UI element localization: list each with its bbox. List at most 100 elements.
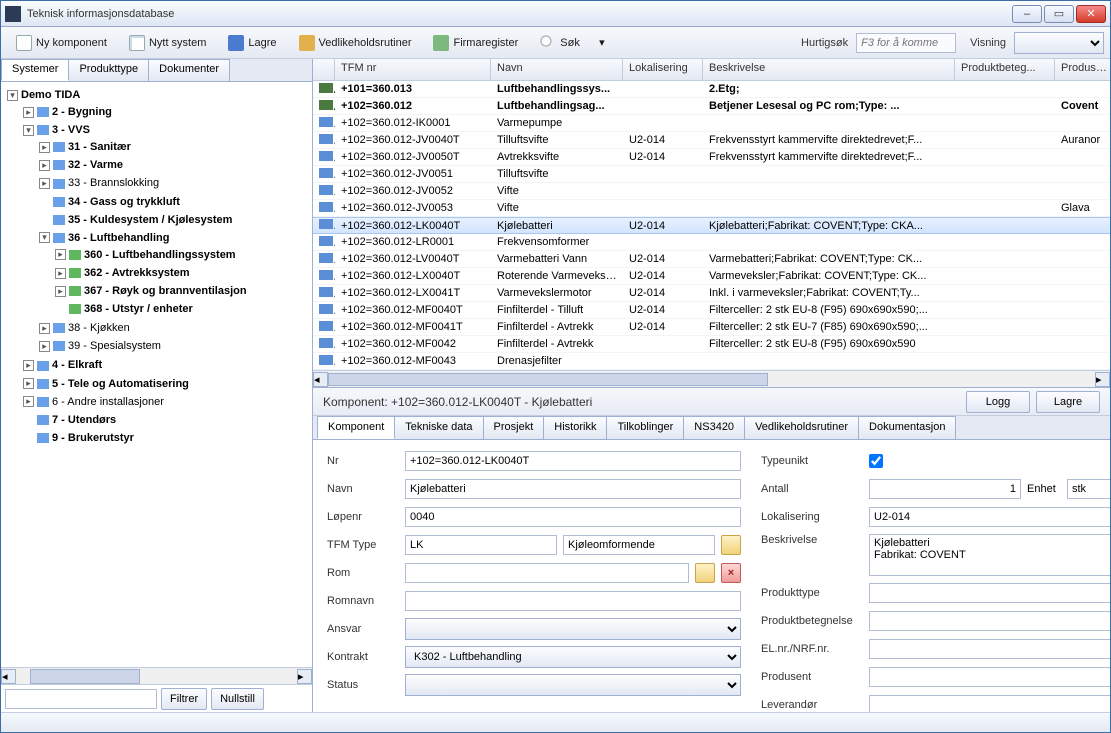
tfmtype-text-field[interactable] (563, 535, 715, 555)
table-row[interactable]: +102=360.012-JV0040TTilluftsvifteU2-014F… (313, 132, 1110, 149)
save-button[interactable]: Lagre (219, 31, 285, 55)
tree-node[interactable]: 7 - Utendørs (52, 414, 116, 426)
table-row[interactable]: +102=360.012-JV0050TAvtrekksvifteU2-014F… (313, 149, 1110, 166)
romnavn-field[interactable] (405, 591, 741, 611)
tree-node[interactable]: 4 - Elkraft (52, 360, 102, 372)
tree-node[interactable]: 31 - Sanitær (68, 141, 131, 153)
expander-icon[interactable]: ▸ (39, 160, 50, 171)
tree-hscroll[interactable]: ◂▸ (1, 667, 312, 684)
status-select[interactable] (405, 674, 741, 696)
rom-field[interactable] (405, 563, 689, 583)
tree[interactable]: ▾ Demo TIDA ▸ 2 - Bygning ▾ 3 - VVS ▸ 31 - S… (1, 82, 312, 667)
tree-node[interactable]: 367 - Røyk og brannventilasjon (84, 285, 247, 297)
rom-browse-button[interactable] (695, 563, 715, 583)
expander-icon[interactable]: ▸ (39, 142, 50, 153)
expander-icon[interactable]: ▸ (39, 178, 50, 189)
tree-node[interactable]: 368 - Utstyr / enheter (84, 303, 193, 315)
table-row[interactable]: +101=360.013Luftbehandlingssys...2.Etg; (313, 81, 1110, 98)
tab-systemer[interactable]: Systemer (1, 59, 69, 81)
view-select[interactable] (1014, 32, 1104, 54)
new-component-button[interactable]: Ny komponent (7, 31, 116, 55)
filter-button[interactable]: Filtrer (161, 688, 207, 710)
table-row[interactable]: +102=360.012-MF0041TFinfilterdel - Avtre… (313, 319, 1110, 336)
tab-prosjekt[interactable]: Prosjekt (483, 416, 545, 439)
tree-node[interactable]: 38 - Kjøkken (68, 322, 130, 334)
maximize-button[interactable]: ▭ (1044, 5, 1074, 23)
lopenr-field[interactable] (405, 507, 741, 527)
tree-node[interactable]: 32 - Varme (68, 159, 123, 171)
tree-node[interactable]: 3 - VVS (52, 124, 90, 136)
minimize-button[interactable]: – (1012, 5, 1042, 23)
antall-field[interactable] (869, 479, 1021, 499)
produkttype-field[interactable] (869, 583, 1110, 603)
leverandor-field[interactable] (869, 695, 1110, 712)
tree-node[interactable]: 6 - Andre installasjoner (52, 396, 164, 408)
expander-icon[interactable]: ▾ (39, 232, 50, 243)
new-system-button[interactable]: Nytt system (120, 31, 215, 55)
grid-body[interactable]: +101=360.013Luftbehandlingssys...2.Etg;+… (313, 81, 1110, 370)
expander-icon[interactable]: ▸ (23, 360, 34, 371)
kontrakt-select[interactable]: K302 - Luftbehandling (405, 646, 741, 668)
tree-node-selected[interactable]: 360 - Luftbehandlingssystem (84, 249, 236, 261)
expander-icon[interactable]: ▸ (39, 341, 50, 352)
tree-node[interactable]: 2 - Bygning (52, 106, 112, 118)
firm-register-button[interactable]: Firmaregister (424, 31, 527, 55)
reset-button[interactable]: Nullstill (211, 688, 264, 710)
search-button[interactable]: Søk (531, 31, 589, 55)
tree-node[interactable]: 35 - Kuldesystem / Kjølesystem (68, 214, 232, 226)
table-row[interactable]: +102=360.012-JV0052Vifte (313, 183, 1110, 200)
tree-node[interactable]: 33 - Brannslokking (68, 178, 159, 190)
table-row[interactable]: +102=360.012-JV0053VifteGlava (313, 200, 1110, 217)
tfmtype-code-field[interactable] (405, 535, 557, 555)
tab-vedlikehold[interactable]: Vedlikeholdsrutiner (744, 416, 859, 439)
tab-dokumenter[interactable]: Dokumenter (148, 59, 230, 81)
table-row[interactable]: +102=360.012-LK0040TKjølebatteriU2-014Kj… (313, 217, 1110, 234)
table-row[interactable]: +102=360.012Luftbehandlingsag...Betjener… (313, 98, 1110, 115)
tab-produkttype[interactable]: Produkttype (68, 59, 149, 81)
table-row[interactable]: +102=360.012-MF0040TFinfilterdel - Tillu… (313, 302, 1110, 319)
table-row[interactable]: +102=360.012-MF0042Finfilterdel - Avtrek… (313, 336, 1110, 353)
tree-node[interactable]: 362 - Avtrekksystem (84, 267, 190, 279)
table-row[interactable]: +102=360.012-IK0001Varmepumpe (313, 115, 1110, 132)
col-produ[interactable]: Produsent (1055, 59, 1110, 80)
tree-node[interactable]: 34 - Gass og trykkluft (68, 196, 180, 208)
tree-filter-input[interactable] (5, 689, 157, 709)
close-button[interactable]: ✕ (1076, 5, 1106, 23)
col-navn[interactable]: Navn (491, 59, 623, 80)
expander-icon[interactable]: ▸ (55, 249, 66, 260)
tree-node[interactable]: 36 - Luftbehandling (68, 232, 169, 244)
beskrivelse-field[interactable]: Kjølebatteri Fabrikat: COVENT (869, 534, 1110, 576)
nr-field[interactable] (405, 451, 741, 471)
tree-node[interactable]: 39 - Spesialsystem (68, 340, 161, 352)
tab-komponent[interactable]: Komponent (317, 416, 395, 439)
table-row[interactable]: +102=360.012-LX0041TVarmevekslermotorU2-… (313, 285, 1110, 302)
tab-historikk[interactable]: Historikk (543, 416, 607, 439)
grid-hscroll[interactable]: ◂▸ (313, 370, 1110, 387)
expander-icon[interactable]: ▸ (55, 286, 66, 297)
table-row[interactable]: +102=360.012-LR0001Frekvensomformer (313, 234, 1110, 251)
prodbeteg-field[interactable] (869, 611, 1110, 631)
typeunikt-checkbox[interactable] (869, 454, 883, 468)
ansvar-select[interactable] (405, 618, 741, 640)
save-detail-button[interactable]: Lagre (1036, 391, 1100, 413)
rom-clear-button[interactable]: × (721, 563, 741, 583)
lokalisering-field[interactable] (869, 507, 1110, 527)
table-row[interactable]: +102=360.012-JV0051Tilluftsvifte (313, 166, 1110, 183)
tfmtype-browse-button[interactable] (721, 535, 741, 555)
elnrf-field[interactable] (869, 639, 1110, 659)
tree-root[interactable]: Demo TIDA (21, 89, 80, 101)
expander-icon[interactable]: ▸ (23, 396, 34, 407)
log-button[interactable]: Logg (966, 391, 1030, 413)
expander-icon[interactable]: ▾ (23, 125, 34, 136)
toolbar-dropdown[interactable]: ▾ (593, 31, 611, 55)
table-row[interactable]: +102=360.012-LX0040TRoterende Varmeveksl… (313, 268, 1110, 285)
table-row[interactable]: +102=360.012-LV0040TVarmebatteri VannU2-… (313, 251, 1110, 268)
tab-dokumentasjon[interactable]: Dokumentasjon (858, 416, 956, 439)
produsent-field[interactable] (869, 667, 1110, 687)
maintenance-button[interactable]: Vedlikeholdsrutiner (290, 31, 421, 55)
tree-node[interactable]: 5 - Tele og Automatisering (52, 378, 189, 390)
expander-icon[interactable]: ▸ (55, 268, 66, 279)
quicksearch-input[interactable] (856, 33, 956, 53)
enhet-field[interactable] (1067, 479, 1110, 499)
tab-ns3420[interactable]: NS3420 (683, 416, 745, 439)
